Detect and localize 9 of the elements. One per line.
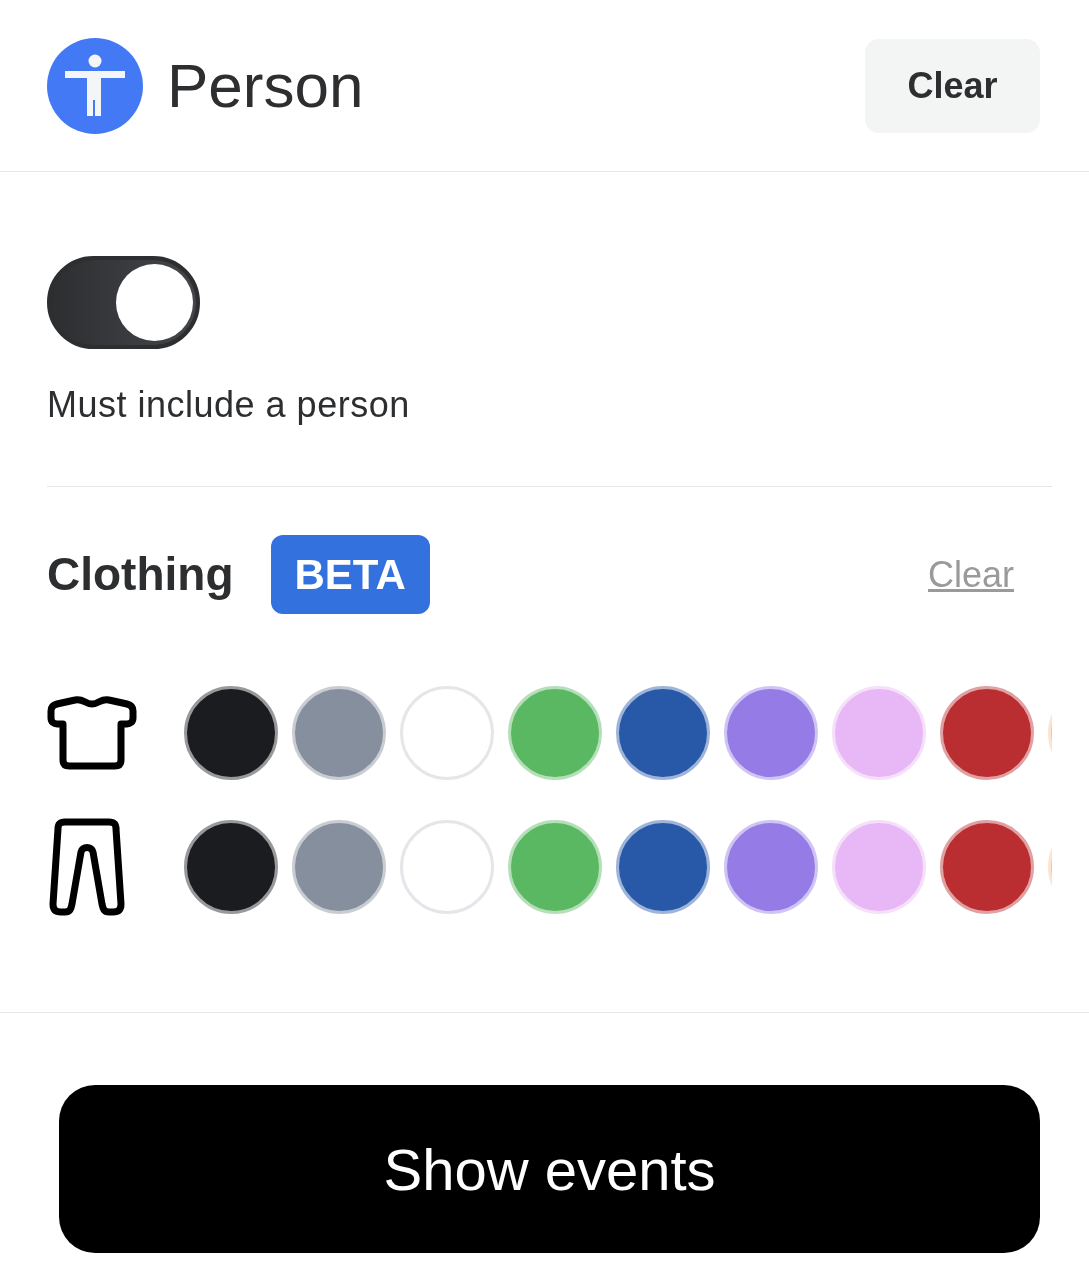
section-title: Clothing (47, 547, 234, 602)
beta-badge: BETA (270, 535, 430, 614)
trousers-icon (47, 818, 127, 916)
panel-title: Person (167, 54, 364, 117)
t-shirt-icon (47, 696, 137, 770)
accessibility-icon (47, 37, 143, 134)
show-events-button[interactable]: Show events (59, 1085, 1040, 1253)
toggle-label: Must include a person (47, 383, 411, 427)
clear-button[interactable]: Clear (865, 38, 1040, 133)
